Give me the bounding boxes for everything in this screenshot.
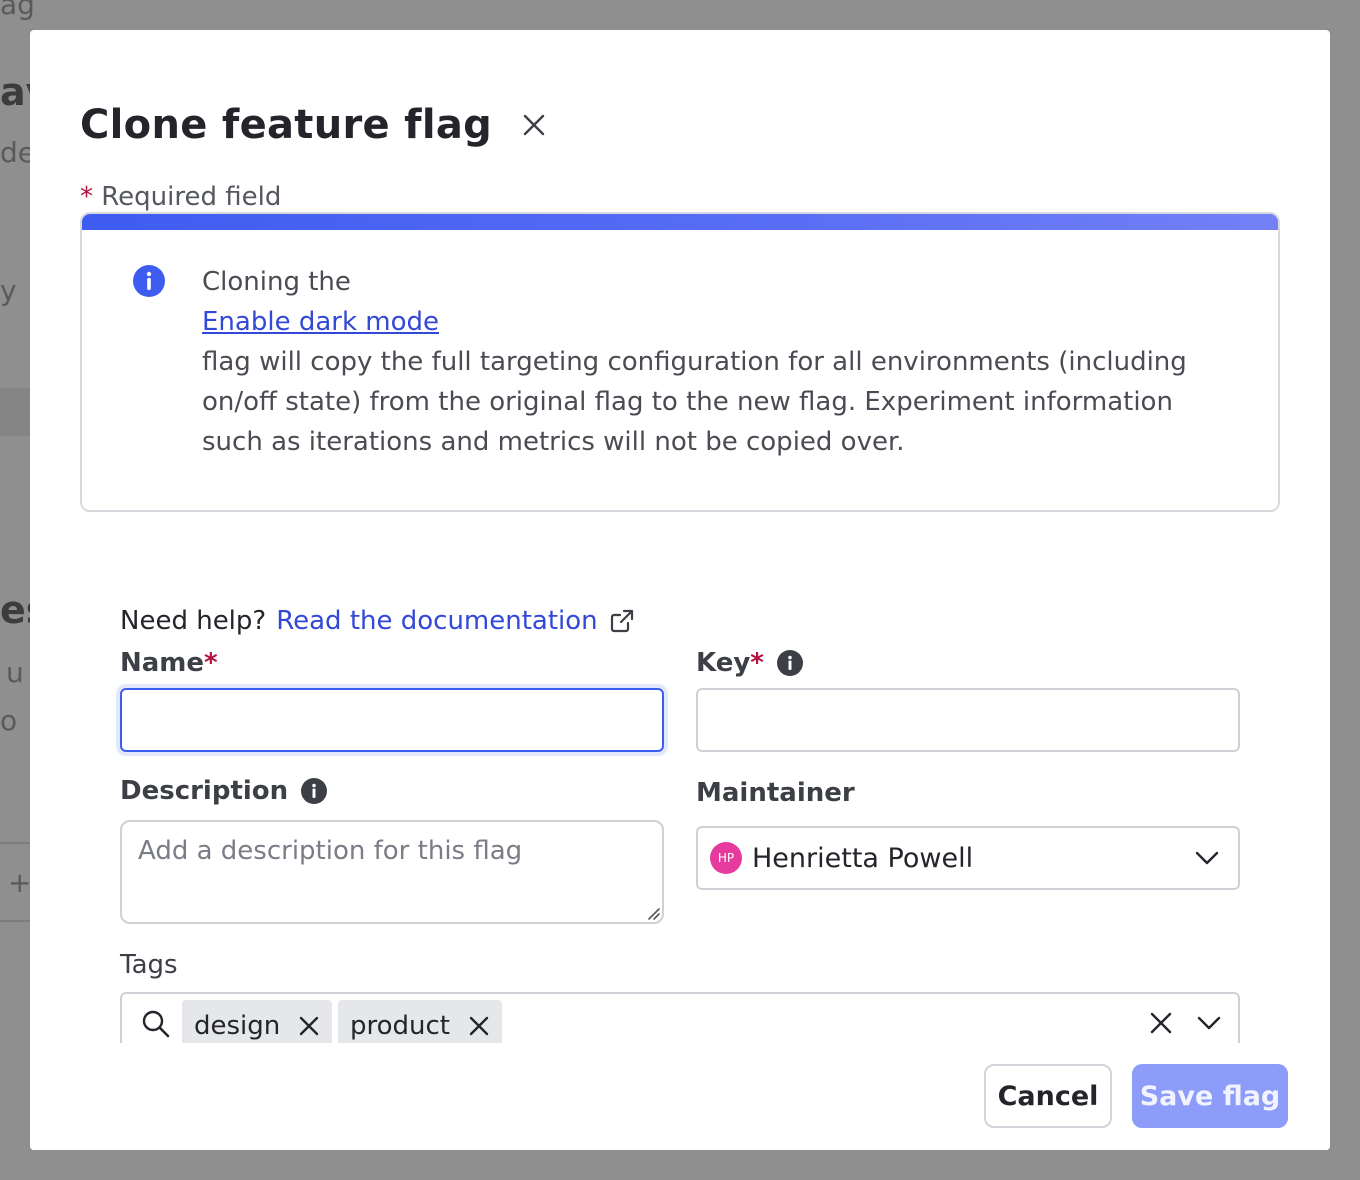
external-link-icon xyxy=(610,609,633,633)
callout-prefix: Cloning the xyxy=(202,267,351,297)
maintainer-value: Henrietta Powell xyxy=(752,842,974,874)
search-icon xyxy=(142,1010,170,1038)
clone-flag-dialog: Clone feature flag * Required field Clon… xyxy=(30,30,1330,1150)
background-text-fragment: u xyxy=(6,656,24,689)
clear-tags-icon[interactable] xyxy=(1146,1008,1176,1038)
background-text-fragment: y xyxy=(0,274,17,307)
required-field-note: * Required field xyxy=(80,182,281,212)
documentation-link[interactable]: Read the documentation xyxy=(276,606,597,636)
required-asterisk: * xyxy=(204,648,218,678)
tag-label: design xyxy=(194,1011,281,1041)
maintainer-avatar: HP xyxy=(710,842,742,874)
remove-tag-icon[interactable] xyxy=(466,1013,492,1039)
resize-grip-icon[interactable] xyxy=(644,904,660,920)
original-flag-link[interactable]: Enable dark mode xyxy=(202,302,1212,342)
tags-label: Tags xyxy=(120,950,178,980)
callout-accent-bar xyxy=(82,214,1278,230)
description-label-text: Description xyxy=(120,776,289,806)
key-label: Key * xyxy=(696,648,804,678)
name-label-text: Name xyxy=(120,648,205,678)
close-button[interactable] xyxy=(518,109,550,141)
background-divider xyxy=(0,920,30,922)
maintainer-label: Maintainer xyxy=(696,778,855,808)
info-callout: Cloning the Enable dark mode flag will c… xyxy=(80,212,1280,512)
background-text-fragment: ag xyxy=(0,0,35,21)
help-row: Need help? Read the documentation xyxy=(120,606,636,636)
description-info-icon[interactable] xyxy=(300,777,328,805)
description-label: Description xyxy=(120,776,328,806)
key-input[interactable] xyxy=(696,688,1240,752)
callout-body: flag will copy the full targeting config… xyxy=(202,347,1187,457)
description-textarea[interactable] xyxy=(120,820,664,924)
background-divider xyxy=(0,842,30,844)
cancel-button[interactable]: Cancel xyxy=(984,1064,1112,1128)
save-flag-button[interactable]: Save flag xyxy=(1132,1064,1288,1128)
required-asterisk: * xyxy=(750,648,764,678)
chevron-down-icon xyxy=(1195,851,1219,865)
dialog-header: Clone feature flag xyxy=(80,102,550,148)
maintainer-label-text: Maintainer xyxy=(696,778,855,808)
background-chip xyxy=(0,388,30,436)
required-field-text: Required field xyxy=(101,182,282,212)
chevron-down-icon[interactable] xyxy=(1194,1008,1224,1038)
name-input[interactable] xyxy=(120,688,664,752)
maintainer-select[interactable]: HP Henrietta Powell xyxy=(696,826,1240,890)
name-label: Name * xyxy=(120,648,218,678)
callout-message: Cloning the Enable dark mode flag will c… xyxy=(202,262,1212,462)
key-label-text: Key xyxy=(696,648,751,678)
tag-label: product xyxy=(350,1011,451,1041)
info-icon xyxy=(133,265,165,297)
dialog-title: Clone feature flag xyxy=(80,102,493,148)
background-text-fragment: + xyxy=(8,866,32,899)
required-asterisk: * xyxy=(80,182,93,212)
help-prefix: Need help? xyxy=(120,606,267,636)
close-icon xyxy=(523,114,545,136)
remove-tag-icon[interactable] xyxy=(296,1013,322,1039)
background-text-fragment: o xyxy=(0,704,18,737)
key-info-icon[interactable] xyxy=(776,649,804,677)
